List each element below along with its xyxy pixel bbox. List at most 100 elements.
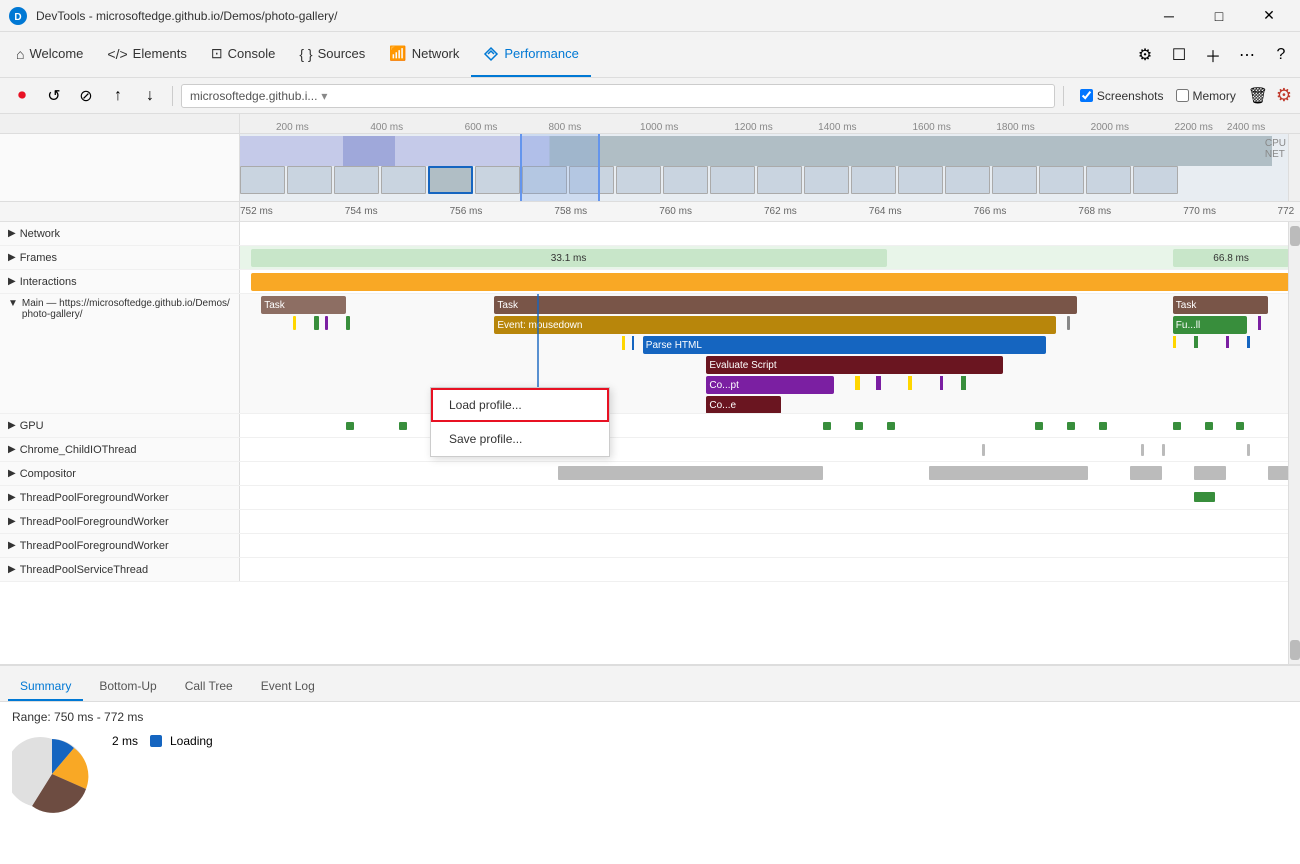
- tp1-expand-icon[interactable]: ▶: [8, 492, 16, 503]
- tick-1400ms: 1400 ms: [818, 122, 856, 133]
- close-button[interactable]: ✕: [1246, 0, 1292, 32]
- gpu-track-content: [240, 414, 1300, 437]
- ts-expand-icon[interactable]: ▶: [8, 564, 16, 575]
- upload-button[interactable]: ↓: [136, 82, 164, 110]
- summary-legend: 2 ms Loading: [112, 734, 213, 748]
- timeline-minimap[interactable]: CPU NET: [0, 134, 1300, 202]
- screenshot-thumb: [804, 166, 849, 194]
- save-profile-item[interactable]: Save profile...: [431, 422, 609, 456]
- maximize-button[interactable]: □: [1196, 0, 1242, 32]
- tab-console[interactable]: ⊡ Console: [199, 32, 287, 77]
- dtick-768: 768 ms: [1078, 206, 1111, 217]
- summary-content: Range: 750 ms - 772 ms: [0, 702, 1300, 864]
- range-text: Range: 750 ms - 772 ms: [12, 710, 1288, 724]
- childio-expand-icon[interactable]: ▶: [8, 444, 16, 455]
- right-4: [1247, 336, 1250, 348]
- memory-checkbox-label[interactable]: Memory: [1176, 89, 1236, 103]
- memory-checkbox[interactable]: [1176, 89, 1189, 102]
- tab-network[interactable]: 📶 Network: [377, 32, 471, 77]
- childio-dot-3: [982, 444, 985, 456]
- mini-block-2: [314, 316, 319, 330]
- trash-button[interactable]: 🗑: [1244, 82, 1272, 110]
- task-bar-3[interactable]: Task: [1173, 296, 1268, 314]
- cm-1: [855, 376, 860, 390]
- tp1-dot: [1194, 492, 1215, 502]
- settings-gear-button[interactable]: ⚙: [1130, 40, 1160, 70]
- help-button[interactable]: ?: [1266, 40, 1296, 70]
- timeline-detail[interactable]: 752 ms 754 ms 756 ms 758 ms 760 ms 762 m…: [0, 202, 1300, 664]
- elements-icon: </>: [107, 46, 127, 62]
- evaluate-script-bar[interactable]: Evaluate Script: [706, 356, 1003, 374]
- threadpool-1-content: [240, 486, 1300, 509]
- interactions-track-content: [240, 270, 1300, 293]
- gpu-expand-icon[interactable]: ▶: [8, 420, 16, 431]
- screenshots-checkbox-label[interactable]: Screenshots: [1080, 89, 1164, 103]
- clear-button[interactable]: ↑: [104, 82, 132, 110]
- compile2-bar[interactable]: Co...e: [706, 396, 780, 413]
- mini-block-4: [346, 316, 350, 330]
- network-expand-icon[interactable]: ▶: [8, 228, 16, 239]
- tp3-expand-icon[interactable]: ▶: [8, 540, 16, 551]
- full-bar[interactable]: Fu...ll: [1173, 316, 1247, 334]
- tab-call-tree[interactable]: Call Tree: [173, 673, 245, 701]
- gpu-dot-11: [1236, 422, 1244, 430]
- minimap-content[interactable]: CPU NET: [240, 134, 1288, 202]
- task-bar-1[interactable]: Task: [261, 296, 346, 314]
- device-emulation-button[interactable]: ☐: [1164, 40, 1194, 70]
- chrome-childio-label: ▶ Chrome_ChildIOThread: [0, 438, 240, 461]
- childio-dot-4: [1141, 444, 1144, 456]
- tick-200ms: 200 ms: [276, 122, 309, 133]
- load-profile-item[interactable]: Load profile...: [431, 388, 609, 422]
- task-bar-2[interactable]: Task: [494, 296, 1077, 314]
- screenshot-thumb: [616, 166, 661, 194]
- screenshot-thumb: [898, 166, 943, 194]
- tab-elements[interactable]: </> Elements: [95, 32, 198, 77]
- customize-menu-button[interactable]: ⋯: [1232, 40, 1262, 70]
- reload-button[interactable]: ↺: [40, 82, 68, 110]
- tab-sources[interactable]: { } Sources: [287, 32, 377, 77]
- network-track-label: ▶ Network: [0, 222, 240, 245]
- interactions-expand-icon[interactable]: ▶: [8, 276, 16, 287]
- stop-button[interactable]: ⊘: [72, 82, 100, 110]
- childio-dot-5: [1162, 444, 1165, 456]
- performance-panel: 752 ms 754 ms 756 ms 758 ms 760 ms 762 m…: [0, 202, 1300, 864]
- screenshot-thumb: [381, 166, 426, 194]
- detail-scrollbar[interactable]: [1288, 222, 1300, 664]
- screenshot-thumb: [334, 166, 379, 194]
- tab-performance[interactable]: Performance: [471, 32, 590, 77]
- more-tools-button[interactable]: ＋: [1198, 40, 1228, 70]
- dropdown-arrow-icon[interactable]: ▾: [321, 89, 327, 103]
- perf-settings-icon[interactable]: ⚙: [1276, 85, 1292, 106]
- threadpool-2-track: ▶ ThreadPoolForegroundWorker: [0, 510, 1300, 534]
- window-title: DevTools - microsoftedge.github.io/Demos…: [36, 9, 1146, 23]
- tab-welcome[interactable]: ⌂ Welcome: [4, 32, 95, 77]
- chrome-childio-track: ▶ Chrome_ChildIOThread: [0, 438, 1300, 462]
- compile-bar[interactable]: Co...pt: [706, 376, 833, 394]
- record-button[interactable]: ⏺: [8, 82, 36, 110]
- compositor-expand-icon[interactable]: ▶: [8, 468, 16, 479]
- tp2-expand-icon[interactable]: ▶: [8, 516, 16, 527]
- url-display: microsoftedge.github.i... ▾: [181, 84, 1055, 108]
- compositor-bar-3: [1130, 466, 1162, 480]
- tab-event-log[interactable]: Event Log: [249, 673, 327, 701]
- scrollbar-thumb-2[interactable]: [1290, 640, 1300, 660]
- bottom-panel: Summary Bottom-Up Call Tree Event Log Ra…: [0, 664, 1300, 864]
- parse-html-bar[interactable]: Parse HTML: [643, 336, 1046, 354]
- compositor-content: [240, 462, 1300, 485]
- right-1: [1173, 336, 1176, 348]
- bottom-tab-bar: Summary Bottom-Up Call Tree Event Log: [0, 666, 1300, 702]
- screenshots-checkbox[interactable]: [1080, 89, 1093, 102]
- event-mousedown-bar[interactable]: Event: mousedown: [494, 316, 1056, 334]
- mini-block-1: [293, 316, 296, 330]
- gpu-dot-6: [1035, 422, 1043, 430]
- tab-bottom-up[interactable]: Bottom-Up: [87, 673, 168, 701]
- minimize-button[interactable]: ─: [1146, 0, 1192, 32]
- main-expand-icon[interactable]: ▼: [8, 298, 18, 309]
- parse-mini-2: [632, 336, 634, 350]
- selection-overlay[interactable]: [520, 134, 600, 202]
- frames-expand-icon[interactable]: ▶: [8, 252, 16, 263]
- right-2: [1194, 336, 1198, 348]
- gpu-dot-10: [1205, 422, 1213, 430]
- tab-summary[interactable]: Summary: [8, 673, 83, 701]
- scrollbar-thumb[interactable]: [1290, 226, 1300, 246]
